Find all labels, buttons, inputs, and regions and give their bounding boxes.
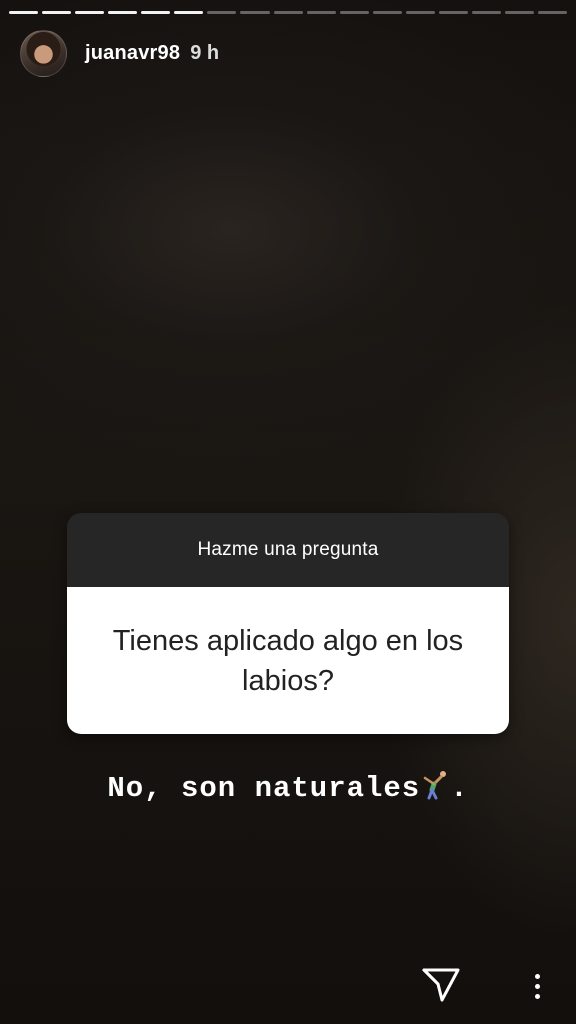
story-progress-segment <box>306 11 336 14</box>
story-progress-segment <box>9 11 39 14</box>
avatar[interactable] <box>20 30 67 77</box>
story-progress-segment <box>538 11 568 14</box>
answer-text-main: No, son naturales <box>107 772 421 805</box>
cartwheel-emoji-icon <box>422 770 448 809</box>
username[interactable]: juanavr98 <box>85 42 180 65</box>
more-vertical-icon <box>534 973 540 979</box>
send-button[interactable] <box>420 964 462 1006</box>
answer-text: No, son naturales . <box>0 770 576 809</box>
story-progress-segment <box>141 11 171 14</box>
question-sticker: Hazme una pregunta Tienes aplicado algo … <box>67 513 509 734</box>
story-progress-segment <box>42 11 72 14</box>
story-progress-segment <box>438 11 468 14</box>
story-viewer[interactable]: juanavr98 9 h Hazme una pregunta Tienes … <box>0 0 576 1024</box>
answer-suffix: . <box>450 772 469 805</box>
story-progress-segment <box>207 11 237 14</box>
story-progress-bar <box>9 11 568 14</box>
question-text: Tienes aplicado algo en los labios? <box>67 587 509 734</box>
story-progress-segment <box>174 11 204 14</box>
story-progress-segment <box>372 11 402 14</box>
story-progress-segment <box>339 11 369 14</box>
story-progress-segment <box>504 11 534 14</box>
story-progress-segment <box>240 11 270 14</box>
post-time: 9 h <box>190 42 220 64</box>
story-progress-segment <box>405 11 435 14</box>
question-sticker-title: Hazme una pregunta <box>67 513 509 587</box>
story-progress-segment <box>273 11 303 14</box>
story-progress-segment <box>471 11 501 14</box>
story-progress-segment <box>108 11 138 14</box>
story-progress-segment <box>75 11 105 14</box>
send-direct-icon <box>422 968 460 1002</box>
more-options-button[interactable] <box>522 966 552 1006</box>
story-header: juanavr98 9 h <box>20 30 219 77</box>
